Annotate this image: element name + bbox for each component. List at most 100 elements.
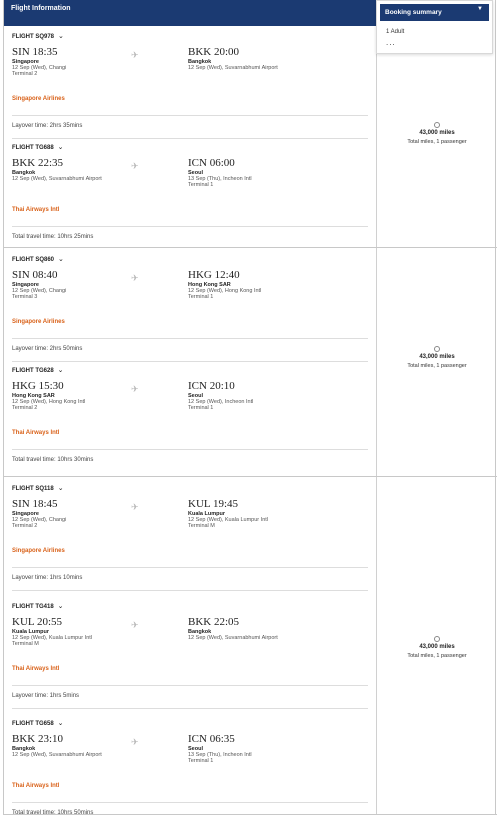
dep-time: SIN 18:45 — [12, 498, 58, 510]
arr-date-airport: 12 Sep (Wed), Suvarnabhumi Airport — [188, 65, 278, 71]
airline-name: Singapore Airlines — [12, 548, 65, 554]
flight-number: FLIGHT TG418 — [12, 604, 54, 610]
arr-time: ICN 20:10 — [188, 380, 235, 392]
divider — [12, 590, 368, 591]
chevron-down-icon: ⌄ — [58, 33, 64, 40]
dep-date-airport: 12 Sep (Wed), Suvarnabhumi Airport — [12, 752, 102, 758]
radio-button[interactable] — [434, 636, 440, 642]
miles-option[interactable]: 43,000 miles Total miles, 1 passenger — [377, 122, 497, 145]
flight-number-toggle[interactable]: FLIGHT TG658 ⌄ — [12, 719, 64, 727]
arr-time: BKK 22:05 — [188, 616, 240, 628]
dep-terminal: Terminal 2 — [12, 71, 38, 77]
arr-time: HKG 12:40 — [188, 269, 240, 281]
radio-button[interactable] — [434, 346, 440, 352]
flight-number: FLIGHT SQ978 — [12, 34, 55, 40]
arrival-info: BKK 20:00 Bangkok 12 Sep (Wed), Suvarnabhu… — [188, 46, 358, 71]
arr-terminal: Terminal 1 — [188, 405, 214, 411]
flight-number-toggle[interactable]: FLIGHT SQ978 ⌄ — [12, 32, 64, 40]
miles-amount: 43,000 miles — [419, 644, 455, 650]
airplane-icon: ✈ — [131, 161, 139, 171]
miles-option[interactable]: 43,000 miles Total miles, 1 passenger — [377, 346, 497, 369]
airline-name: Thai Airways Intl — [12, 207, 60, 213]
booking-summary-panel: Booking summary ▼ 1 Adult ... — [376, 0, 493, 54]
total-travel-time: Total travel time: 10hrs 30mins — [12, 457, 94, 463]
flight-results-panel: Flight Information FLIGHT SQ978 ⌄ SIN 18:3… — [3, 0, 497, 817]
flight-number-toggle[interactable]: FLIGHT SQ860 ⌄ — [12, 255, 64, 263]
miles-caption: Total miles, 1 passenger — [407, 363, 467, 369]
miles-caption: Total miles, 1 passenger — [407, 653, 467, 659]
dep-time: KUL 20:55 — [12, 616, 63, 628]
departure-info: SIN 08:40 Singapore 12 Sep (Wed), Changi Te… — [12, 269, 182, 300]
arrival-info: ICN 20:10 Seoul 12 Sep (Wed), Incheon Intl… — [188, 380, 358, 411]
miles-amount: 43,000 miles — [419, 354, 455, 360]
miles-option[interactable]: 43,000 miles Total miles, 1 passenger — [377, 636, 497, 659]
itinerary-option: FLIGHT SQ118 ⌄ SIN 18:45 Singapore 12 Sep (W… — [4, 477, 497, 817]
airplane-icon: ✈ — [131, 620, 139, 630]
arr-terminal: Terminal M — [188, 523, 215, 529]
layover-time: Layover time: 1hrs 5mins — [12, 693, 80, 699]
airplane-icon: ✈ — [131, 502, 139, 512]
flight-segment: FLIGHT SQ118 ⌄ SIN 18:45 Singapore 12 Sep (W… — [12, 484, 368, 601]
chevron-down-icon: ⌄ — [57, 144, 64, 151]
passenger-count: 1 Adult — [386, 29, 405, 35]
divider — [12, 685, 368, 686]
divider — [12, 226, 368, 227]
dep-terminal: Terminal 3 — [12, 294, 38, 300]
flight-number-toggle[interactable]: FLIGHT SQ118 ⌄ — [12, 484, 64, 492]
arr-terminal: Terminal 1 — [188, 294, 214, 300]
flight-information-header: Flight Information — [4, 0, 377, 26]
arr-time: BKK 20:00 — [188, 46, 240, 58]
flight-number: FLIGHT TG688 — [12, 145, 54, 151]
dep-time: HKG 15:30 — [12, 380, 64, 392]
total-travel-time: Total travel time: 10hrs 25mins — [12, 234, 94, 240]
arrival-info: ICN 06:00 Seoul 13 Sep (Thu), Incheon Intl… — [188, 157, 358, 188]
divider — [12, 361, 368, 362]
dep-terminal: Terminal M — [12, 641, 39, 647]
departure-info: SIN 18:35 Singapore 12 Sep (Wed), Changi Te… — [12, 46, 182, 77]
flight-segment: FLIGHT TG628 ⌄ HKG 15:30 Hong Kong SAR 12 Se… — [12, 366, 368, 483]
arr-time: ICN 06:35 — [188, 733, 235, 745]
chevron-down-icon: ⌄ — [57, 485, 64, 492]
flight-number: FLIGHT TG658 — [12, 721, 54, 727]
arr-terminal: Terminal 1 — [188, 182, 214, 188]
airline-name: Singapore Airlines — [12, 319, 65, 325]
departure-info: HKG 15:30 Hong Kong SAR 12 Sep (Wed), Hong… — [12, 380, 182, 411]
flight-number: FLIGHT TG628 — [12, 368, 54, 374]
arrival-info: BKK 22:05 Bangkok 12 Sep (Wed), Suvarnabhu… — [188, 616, 358, 641]
departure-info: BKK 22:35 Bangkok 12 Sep (Wed), Suvarnabhu… — [12, 157, 182, 182]
dep-terminal: Terminal 2 — [12, 523, 38, 529]
flight-segment: FLIGHT TG658 ⌄ BKK 23:10 Bangkok 12 Sep (Wed… — [12, 719, 368, 817]
booking-summary-toggle[interactable]: Booking summary ▼ — [380, 4, 489, 21]
chevron-down-icon: ▼ — [477, 6, 483, 12]
airplane-icon: ✈ — [131, 737, 139, 747]
airline-name: Singapore Airlines — [12, 96, 65, 102]
arr-terminal: Terminal 1 — [188, 758, 214, 764]
more-details[interactable]: ... — [386, 38, 396, 47]
divider — [12, 338, 368, 339]
arr-date-airport: 12 Sep (Wed), Suvarnabhumi Airport — [188, 635, 278, 641]
itinerary-option: FLIGHT SQ978 ⌄ SIN 18:35 Singapore 12 Sep (W… — [4, 26, 497, 248]
radio-button[interactable] — [434, 122, 440, 128]
flight-segment: FLIGHT TG418 ⌄ KUL 20:55 Kuala Lumpur 12 Sep… — [12, 602, 368, 719]
dep-time: BKK 23:10 — [12, 733, 64, 745]
flight-number-toggle[interactable]: FLIGHT TG418 ⌄ — [12, 602, 64, 610]
arr-time: KUL 19:45 — [188, 498, 239, 510]
departure-info: SIN 18:45 Singapore 12 Sep (Wed), Changi Te… — [12, 498, 182, 529]
airline-name: Thai Airways Intl — [12, 783, 60, 789]
divider — [12, 708, 368, 709]
chevron-down-icon: ⌄ — [57, 367, 64, 374]
layover-time: Layover time: 2hrs 35mins — [12, 123, 83, 129]
dep-time: BKK 22:35 — [12, 157, 64, 169]
chevron-down-icon: ⌄ — [57, 603, 64, 610]
divider — [12, 115, 368, 116]
chevron-down-icon: ⌄ — [58, 256, 64, 263]
airline-name: Thai Airways Intl — [12, 666, 60, 672]
dep-time: SIN 18:35 — [12, 46, 58, 58]
dep-terminal: Terminal 2 — [12, 405, 38, 411]
divider — [12, 449, 368, 450]
flight-number-toggle[interactable]: FLIGHT TG688 ⌄ — [12, 143, 64, 151]
divider — [12, 138, 368, 139]
flight-number-toggle[interactable]: FLIGHT TG628 ⌄ — [12, 366, 64, 374]
airline-name: Thai Airways Intl — [12, 430, 60, 436]
departure-info: KUL 20:55 Kuala Lumpur 12 Sep (Wed), Kuala… — [12, 616, 182, 647]
